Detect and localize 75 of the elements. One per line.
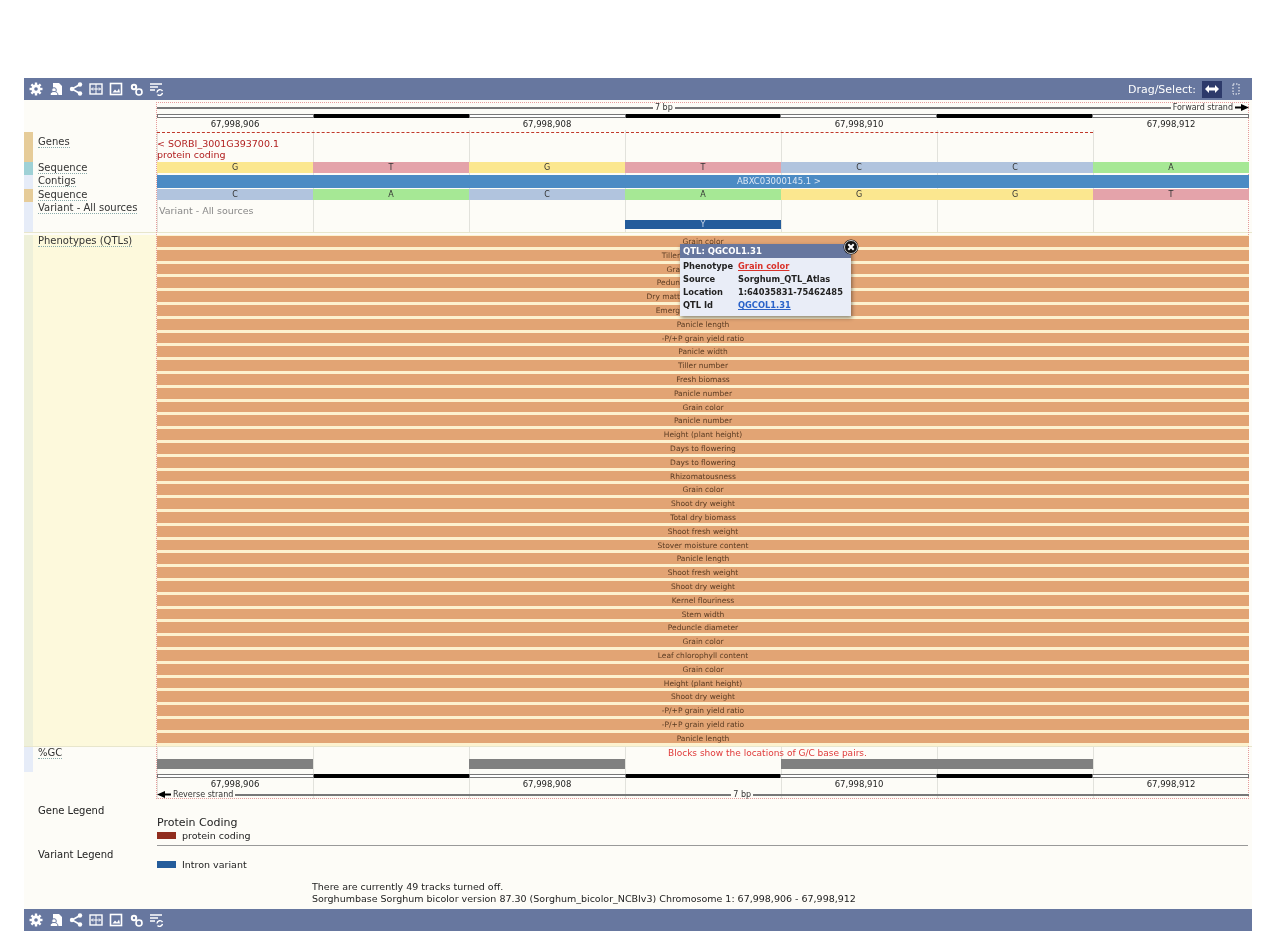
- legend-title: Gene Legend: [37, 804, 106, 819]
- position-label: 67,998,910: [834, 119, 884, 129]
- gears-icon[interactable]: [129, 913, 143, 928]
- base-cell: G: [937, 189, 1093, 200]
- position-label: 67,998,908: [522, 119, 572, 129]
- field-value: Sorghum_QTL_Atlas: [738, 274, 832, 284]
- gear-icon[interactable]: [29, 913, 43, 928]
- base-cell: A: [625, 189, 781, 200]
- footer-text: Sorghumbase Sorghum bicolor version 87.30 (Sorghum_bicolor_NCBIv3) Chromosome 1: 67,998,906 - 67,998,912: [312, 893, 857, 906]
- share-icon[interactable]: [69, 913, 83, 928]
- legend-title: Variant Legend: [37, 848, 115, 863]
- gear-icon[interactable]: [29, 82, 43, 96]
- scale-label: 7 bp: [654, 103, 673, 112]
- field-label: QTL Id: [683, 300, 714, 310]
- drag-select-label: Drag/Select:: [1127, 82, 1196, 96]
- footer-text: There are currently 49 tracks turned off.: [312, 881, 505, 894]
- arrow-head-icon: [1235, 104, 1249, 111]
- drag-mode-button[interactable]: [1202, 80, 1222, 98]
- legend-label: protein coding: [182, 830, 251, 842]
- scale-label: 7 bp: [733, 790, 752, 800]
- arrow-head-icon: [157, 791, 171, 799]
- contig-bar[interactable]: ABXC03000145.1 >: [157, 175, 1249, 188]
- base-cell: A: [313, 189, 469, 200]
- field-label: Location: [683, 287, 724, 297]
- base-cell: G: [781, 189, 937, 200]
- track-label[interactable]: Sequence: [38, 189, 88, 201]
- dotted-rectangle-icon: [1232, 83, 1240, 95]
- position-label: 67,998,908: [522, 779, 572, 790]
- track-label[interactable]: Contigs: [38, 175, 76, 187]
- track-label[interactable]: Sequence: [38, 162, 88, 174]
- legend-label: Intron variant: [182, 859, 247, 871]
- field-label: Phenotype: [683, 261, 735, 271]
- track-label[interactable]: %GC: [38, 747, 63, 760]
- track-label[interactable]: Genes: [38, 136, 70, 148]
- image-icon[interactable]: [109, 82, 123, 96]
- person-document-icon[interactable]: [49, 82, 63, 96]
- base-cell: T: [625, 162, 781, 173]
- track-label[interactable]: Variant - All sources: [38, 202, 138, 214]
- resize-icon[interactable]: [89, 82, 103, 96]
- base-cell: T: [313, 162, 469, 173]
- base-cell: C: [469, 189, 625, 200]
- position-label: 67,998,910: [834, 779, 884, 790]
- base-cell: A: [1093, 162, 1249, 173]
- field-value: 1:64035831-75462485: [738, 287, 844, 297]
- position-label: 67,998,912: [1146, 119, 1196, 129]
- list-refresh-icon[interactable]: [149, 913, 163, 928]
- strand-label: Forward strand: [1172, 103, 1233, 112]
- base-cell: G: [469, 162, 625, 173]
- position-label: 67,998,906: [210, 779, 260, 790]
- track-label[interactable]: Phenotypes (QTLs): [38, 235, 133, 247]
- close-icon[interactable]: [843, 239, 859, 255]
- double-arrow-icon: [1205, 84, 1219, 94]
- field-label: Source: [683, 274, 717, 284]
- link[interactable]: QGCOL1.31: [738, 300, 848, 310]
- link[interactable]: Grain color: [738, 261, 848, 271]
- base-cell: C: [157, 189, 313, 200]
- person-document-icon[interactable]: [49, 913, 63, 928]
- base-cell: C: [781, 162, 937, 173]
- base-cell: T: [1093, 189, 1249, 200]
- legend-heading: Protein Coding: [157, 816, 239, 830]
- base-cell: C: [937, 162, 1093, 173]
- position-label: 67,998,906: [210, 119, 260, 129]
- gene-label[interactable]: < SORBI_3001G393700.1 protein coding: [157, 138, 280, 160]
- variant-bar[interactable]: Y: [625, 220, 781, 229]
- image-icon[interactable]: [109, 913, 123, 928]
- gears-icon[interactable]: [129, 82, 143, 96]
- strand-label: Reverse strand: [173, 790, 234, 800]
- position-label: 67,998,912: [1146, 779, 1196, 790]
- popup-title: QTL: QGCOL1.31: [680, 244, 851, 258]
- list-refresh-icon[interactable]: [149, 82, 163, 96]
- track-note: Blocks show the locations of G/C base pairs.: [668, 748, 867, 759]
- base-cell: G: [157, 162, 313, 173]
- share-icon[interactable]: [69, 82, 83, 96]
- track-note: Variant - All sources: [159, 205, 254, 216]
- resize-icon[interactable]: [89, 913, 103, 928]
